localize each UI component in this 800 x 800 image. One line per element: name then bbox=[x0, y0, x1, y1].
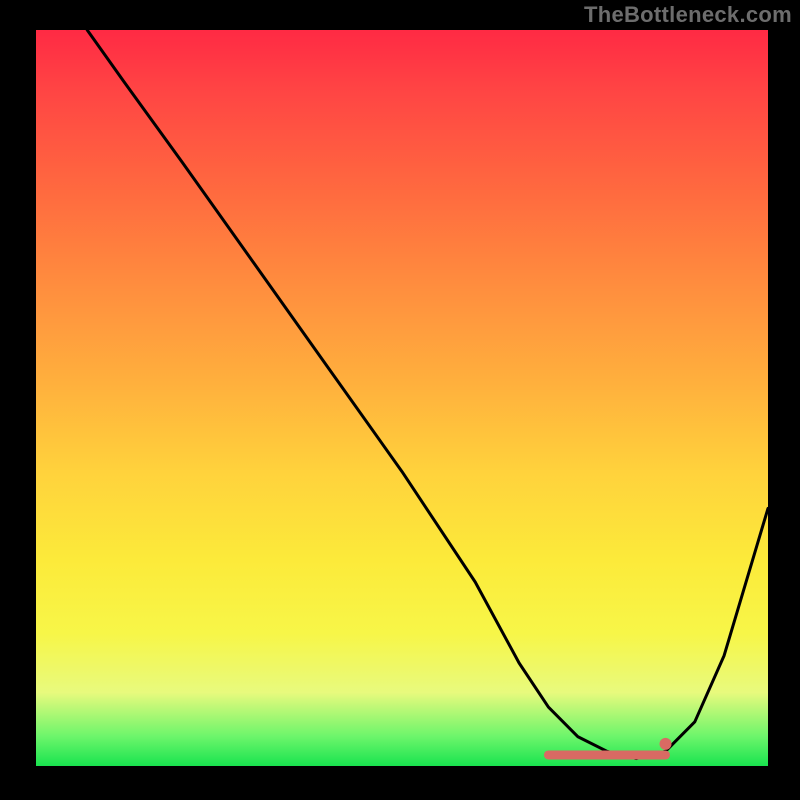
bottleneck-curve bbox=[87, 30, 768, 759]
watermark-text: TheBottleneck.com bbox=[584, 2, 792, 28]
curve-svg bbox=[36, 30, 768, 766]
optimal-end-dot bbox=[660, 738, 672, 750]
chart-frame: TheBottleneck.com bbox=[0, 0, 800, 800]
plot-area bbox=[36, 30, 768, 766]
